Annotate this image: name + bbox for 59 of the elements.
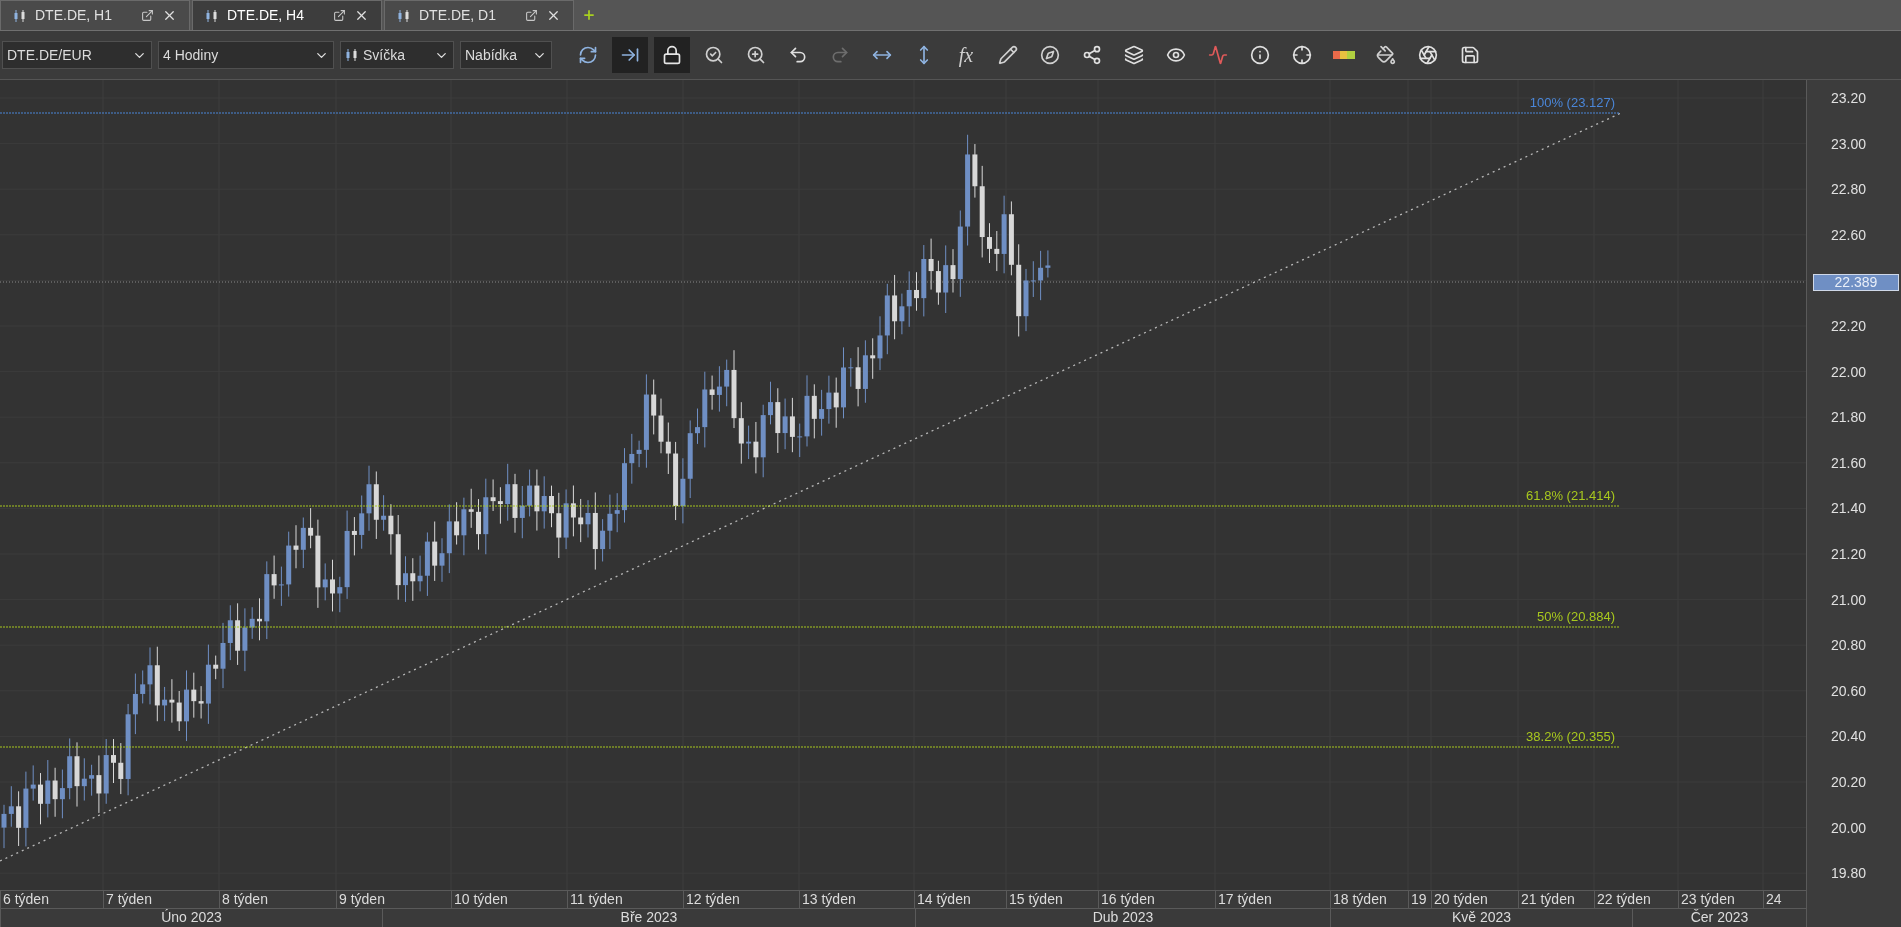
month-label: Bře 2023 [382, 909, 915, 927]
price-tick-label: 21.20 [1831, 546, 1867, 562]
price-tick-label: 20.60 [1831, 682, 1867, 699]
week-label: 16 týden [1098, 891, 1215, 908]
dropdown[interactable]: Nabídka [460, 41, 552, 69]
current-price-tag: 22.389 [1813, 274, 1899, 291]
price-tick-label: 19.80 [1831, 865, 1867, 882]
fibonacci-level-label: 61.8% (21.414) [1526, 488, 1615, 503]
week-label: 19 [1408, 891, 1431, 908]
chart-tab[interactable]: DTE.DE, D1 [384, 0, 574, 30]
fibonacci-level-label: 50% (20.884) [1536, 609, 1615, 624]
chart-tab[interactable]: DTE.DE, H4 [192, 0, 382, 30]
week-label: 6 týden [0, 891, 103, 908]
price-tick-label: 21.60 [1831, 454, 1867, 471]
week-label: 14 týden [914, 891, 1006, 908]
week-label: 8 týden [219, 891, 336, 908]
chart-tab[interactable]: DTE.DE, H1 [0, 0, 190, 30]
dropdown-value: 4 Hodiny [163, 45, 220, 65]
week-label: 22 týden [1594, 891, 1678, 908]
price-tick-label: 20.20 [1831, 774, 1867, 790]
price-tick-label: 22.60 [1831, 226, 1867, 243]
tab-label: DTE.DE, H4 [227, 6, 305, 25]
price-tick-label: 22.00 [1831, 363, 1867, 380]
week-label: 13 týden [799, 891, 914, 908]
tab-label: DTE.DE, H1 [35, 6, 113, 25]
fibonacci-level-label: 100% (23.127) [1529, 95, 1615, 110]
week-label: 20 týden [1431, 891, 1518, 908]
price-tick-label: 20.40 [1831, 728, 1867, 745]
dropdown[interactable]: Svíčka [340, 41, 454, 69]
function-button[interactable]: fx [948, 37, 984, 73]
fibonacci-level-label: 38.2% (20.355) [1526, 729, 1615, 744]
week-label: 7 týden [103, 891, 219, 908]
dropdown[interactable]: 4 Hodiny [158, 41, 334, 69]
week-label: 9 týden [336, 891, 451, 908]
month-label: Kvě 2023 [1330, 909, 1632, 927]
dropdown-value: DTE.DE/EUR [7, 45, 93, 65]
dropdown-value: Nabídka [465, 45, 519, 65]
dropdown[interactable]: DTE.DE/EUR [2, 41, 152, 69]
price-tick-label: 22.20 [1831, 318, 1867, 334]
price-tick-label: 20.80 [1831, 637, 1867, 654]
price-tick-label: 20.00 [1831, 819, 1867, 836]
price-tick-label: 21.40 [1831, 500, 1867, 517]
dropdown-value: Svíčka [363, 45, 406, 65]
price-tick-label: 23.00 [1831, 135, 1867, 152]
price-tick-label: 22.80 [1831, 181, 1867, 198]
week-label: 17 týden [1215, 891, 1330, 908]
week-label: 12 týden [683, 891, 799, 908]
month-label: Dub 2023 [915, 909, 1330, 927]
week-label: 23 týden [1678, 891, 1763, 908]
price-tick-label: 21.80 [1831, 409, 1867, 426]
week-label: 21 týden [1518, 891, 1594, 908]
price-tick-label: 23.20 [1831, 90, 1867, 106]
tab-label: DTE.DE, D1 [419, 6, 497, 25]
week-label: 18 týden [1330, 891, 1408, 908]
month-label: Úno 2023 [0, 909, 382, 927]
price-tick-label: 21.00 [1831, 591, 1867, 608]
week-label: 10 týden [451, 891, 567, 908]
week-label: 15 týden [1006, 891, 1098, 908]
week-label: 11 týden [567, 891, 683, 908]
